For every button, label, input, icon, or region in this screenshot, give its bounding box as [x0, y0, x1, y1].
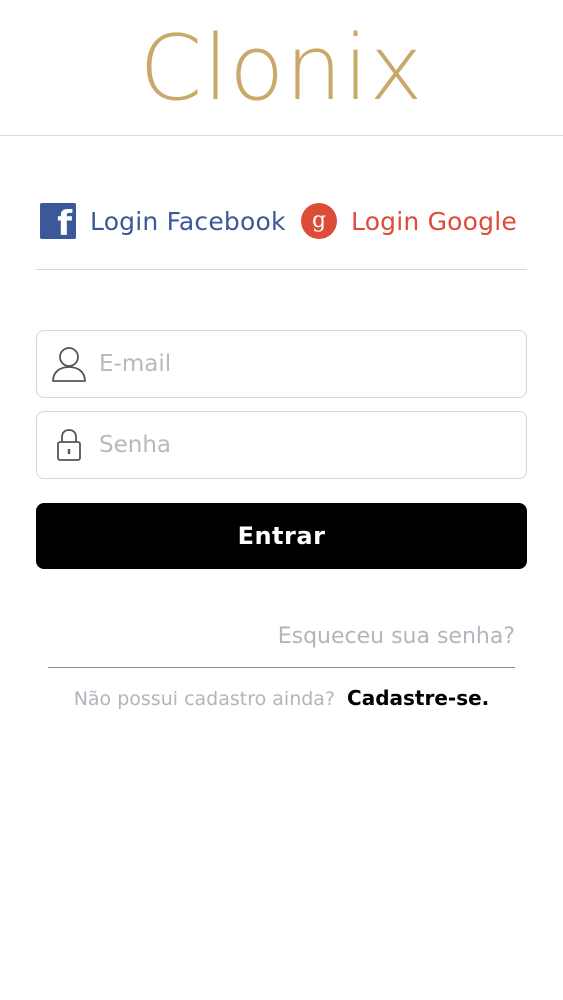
password-field[interactable]	[36, 411, 527, 479]
signup-link[interactable]: Cadastre-se.	[347, 686, 489, 710]
google-login-label: Login Google	[351, 206, 517, 236]
lock-icon	[49, 425, 89, 465]
app-logo: Clonix	[139, 16, 424, 121]
login-submit-button[interactable]: Entrar	[36, 503, 527, 569]
social-login-row: f Login Facebook g Login Google	[36, 196, 527, 246]
google-plus-icon: g	[301, 203, 337, 239]
facebook-login-button[interactable]: f Login Facebook	[40, 196, 286, 246]
google-login-button[interactable]: g Login Google	[301, 196, 517, 246]
email-input[interactable]	[97, 338, 526, 390]
user-icon	[49, 344, 89, 384]
facebook-icon: f	[40, 203, 76, 242]
email-field[interactable]	[36, 330, 527, 398]
footer-divider	[48, 667, 515, 668]
password-input[interactable]	[97, 419, 526, 471]
signup-row: Não possui cadastro ainda? Cadastre-se.	[0, 686, 563, 710]
header: Clonix	[0, 0, 563, 136]
social-divider	[36, 269, 527, 270]
no-account-text: Não possui cadastro ainda?	[73, 688, 336, 710]
facebook-login-label: Login Facebook	[90, 206, 286, 236]
forgot-password-link[interactable]: Esqueceu sua senha?	[278, 624, 515, 649]
